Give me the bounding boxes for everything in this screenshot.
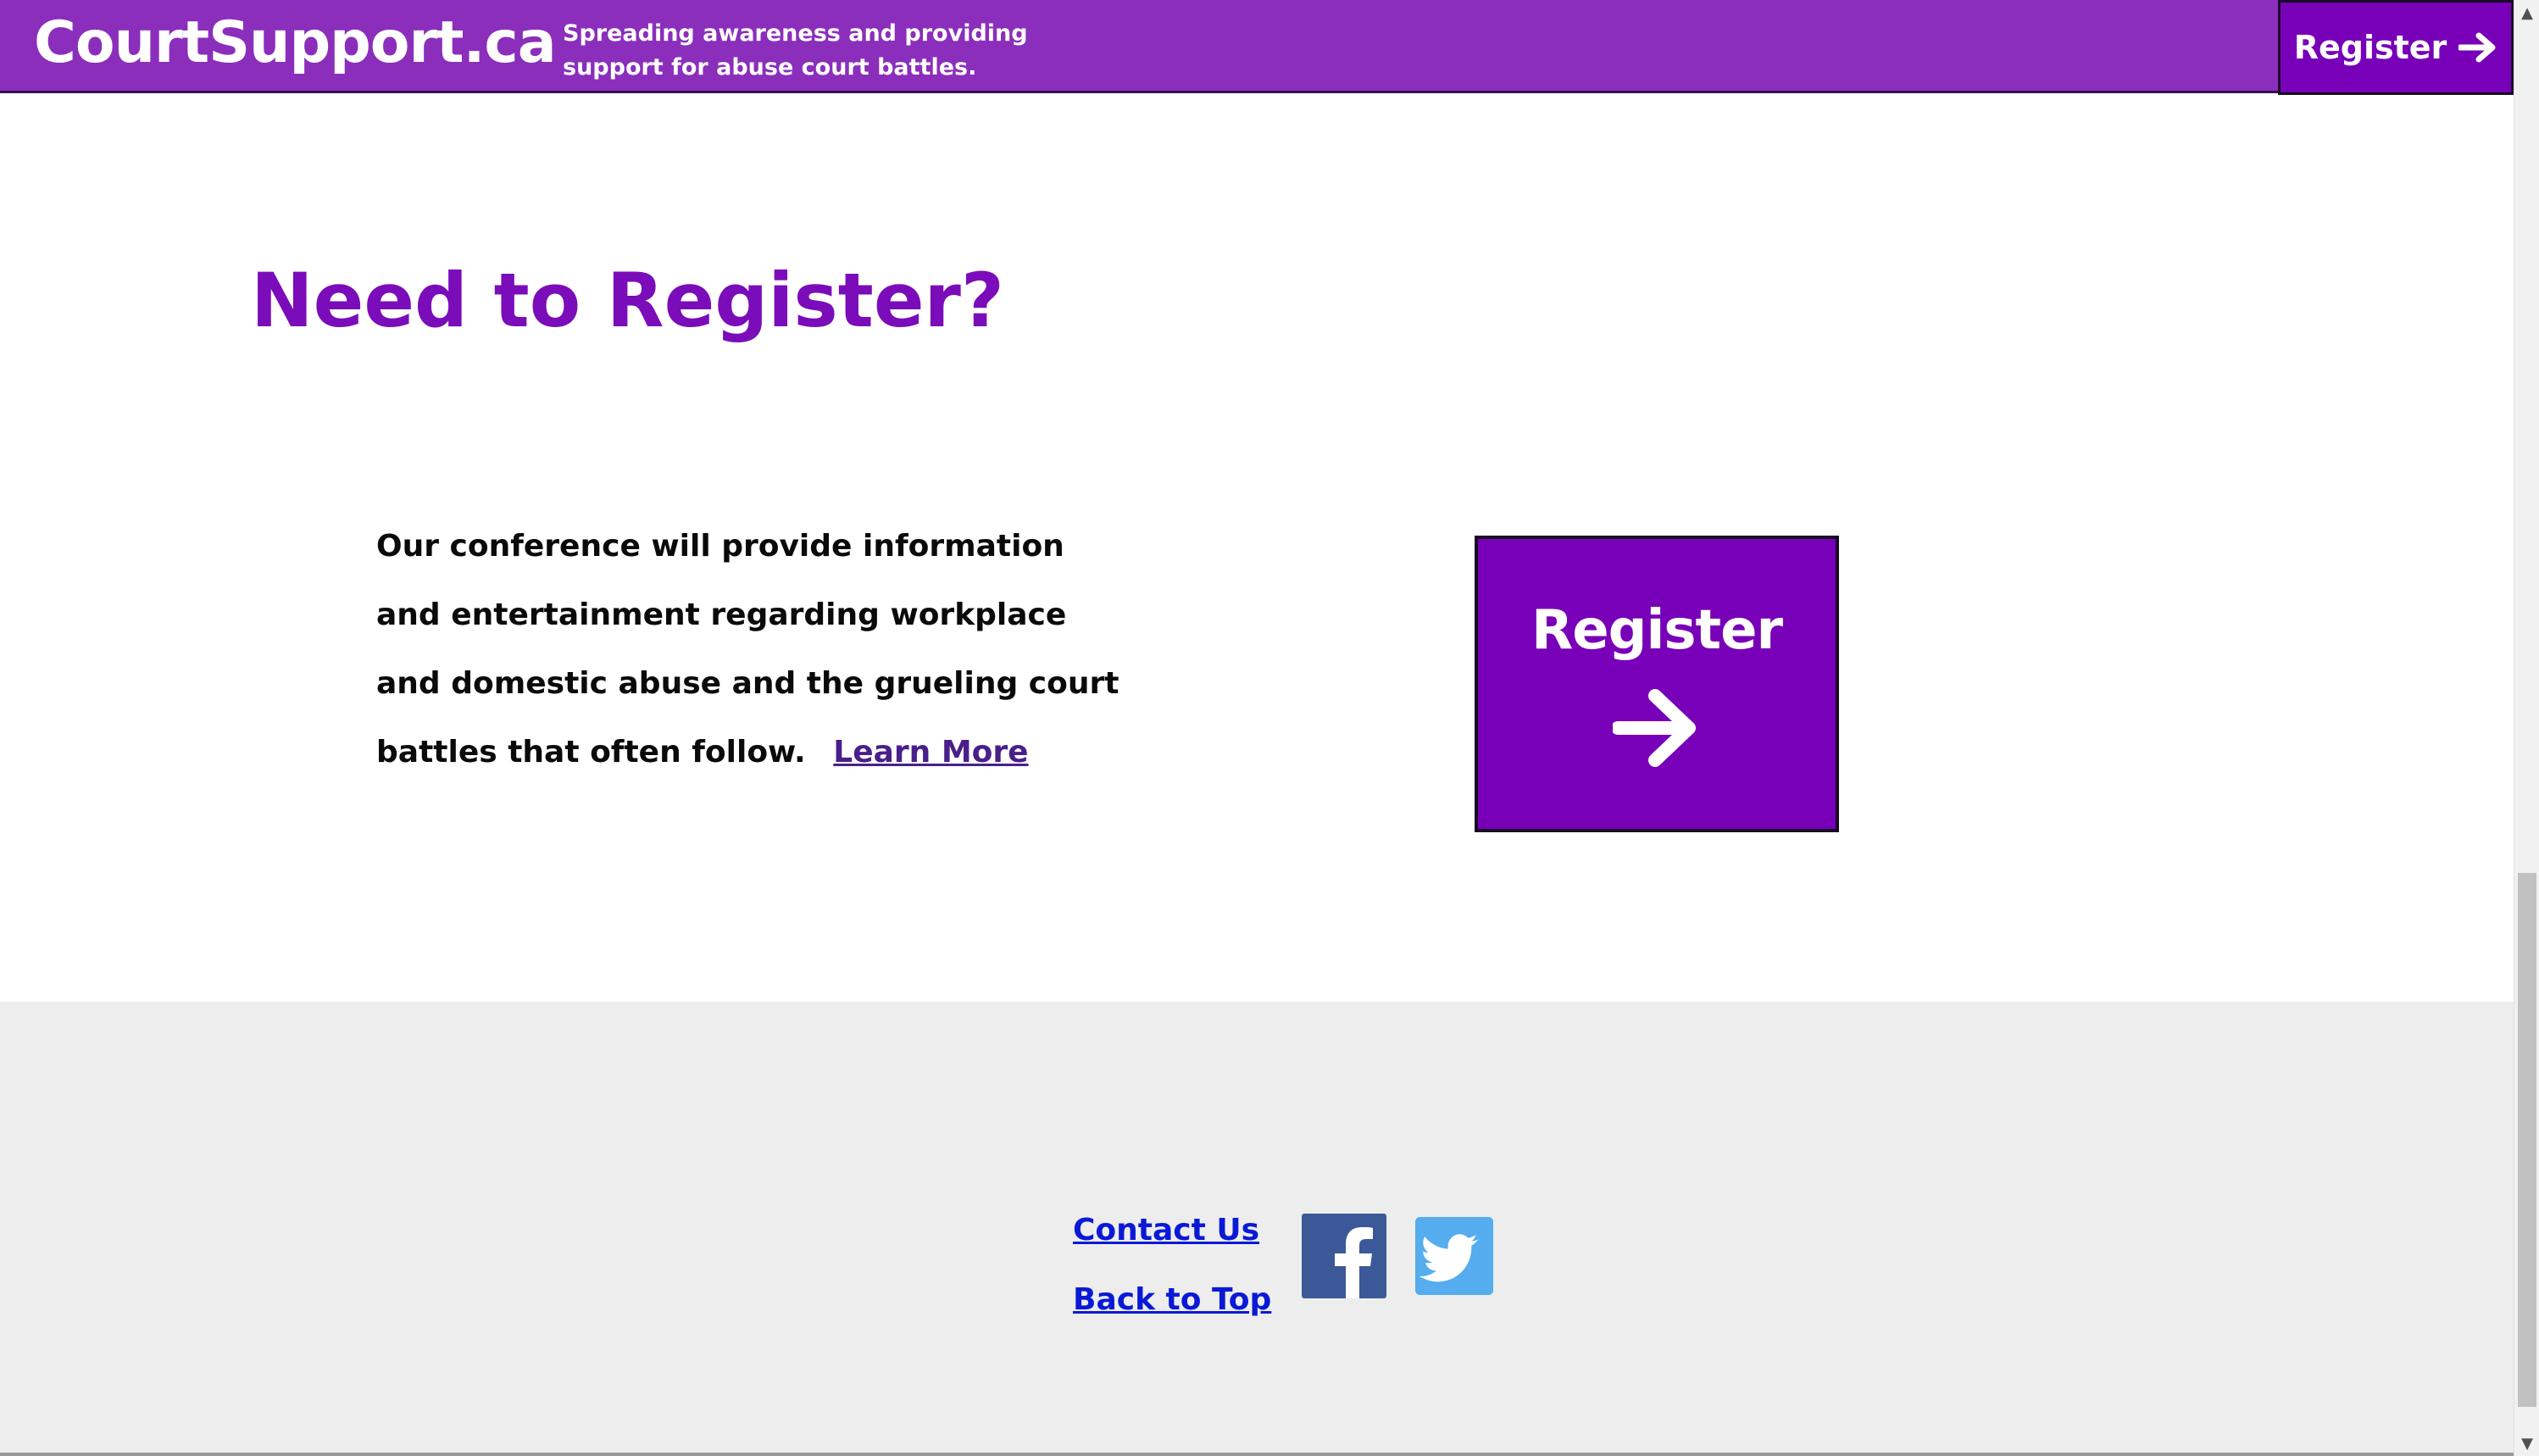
scroll-down-icon[interactable]: ▼ — [2514, 1431, 2539, 1456]
scrollbar-thumb[interactable] — [2518, 873, 2536, 1407]
contact-us-link[interactable]: Contact Us — [1073, 1214, 1271, 1248]
page: CourtSupport.ca Spreading awareness and … — [0, 0, 2514, 1456]
header-register-button[interactable]: Register — [2278, 0, 2514, 95]
scroll-up-icon[interactable]: ▲ — [2514, 0, 2539, 25]
vertical-scrollbar[interactable]: ▲ ▼ — [2514, 0, 2539, 1456]
page-title: Need to Register? — [251, 257, 1004, 344]
arrow-right-icon — [1613, 689, 1696, 767]
site-logo[interactable]: CourtSupport.ca — [34, 5, 557, 81]
social-links — [1302, 1214, 1493, 1298]
register-button-label: Register — [1531, 599, 1783, 662]
register-description: Our conference will provide information … — [376, 512, 1139, 786]
back-to-top-link[interactable]: Back to Top — [1073, 1283, 1271, 1317]
footer-links: Contact Us Back to Top — [1073, 1214, 1271, 1317]
site-header: CourtSupport.ca Spreading awareness and … — [0, 0, 2514, 95]
twitter-icon[interactable] — [1415, 1217, 1493, 1295]
facebook-icon[interactable] — [1302, 1214, 1386, 1298]
site-tagline: Spreading awareness and providing suppor… — [563, 20, 1028, 81]
bottom-divider — [0, 1453, 2514, 1456]
site-footer: Contact Us Back to Top — [0, 1002, 2514, 1456]
register-button[interactable]: Register — [1475, 536, 1839, 832]
description-text: Our conference will provide information … — [376, 529, 1119, 770]
learn-more-link[interactable]: Learn More — [833, 735, 1028, 770]
arrow-right-icon — [2458, 32, 2496, 63]
header-register-label: Register — [2293, 29, 2447, 66]
